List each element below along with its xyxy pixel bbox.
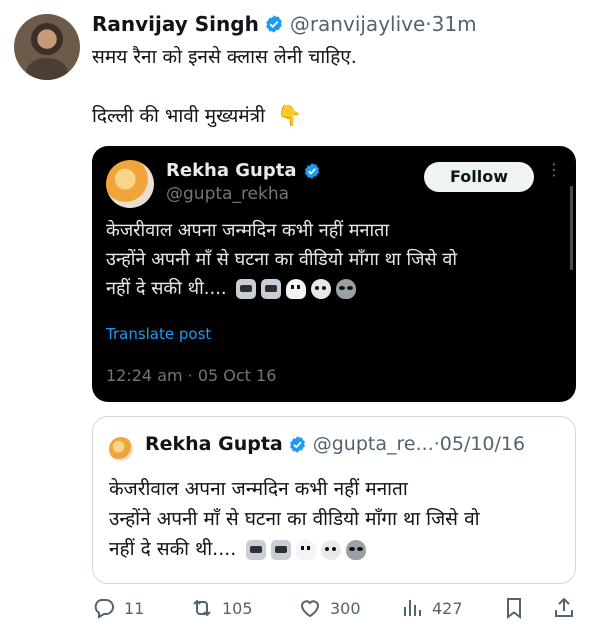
embedded-timestamp: 12:24 am · 05 Oct 16	[106, 366, 277, 385]
reply-icon	[94, 599, 114, 619]
verified-badge-icon	[289, 435, 305, 453]
tweet-text-line2-text: दिल्ली की भावी मुख्यमंत्री	[92, 105, 266, 127]
tweet-text-line1: समय रैना को इनसे क्लास लेनी चाहिए.	[92, 46, 357, 68]
translate-post-link: Translate post	[106, 325, 212, 343]
repost-icon	[193, 599, 211, 617]
quoted-author-handle: @gupta_re...	[312, 433, 434, 455]
ghost-emoji	[286, 279, 307, 299]
share-button[interactable]	[552, 596, 576, 620]
alien-emoji	[346, 539, 367, 560]
author-avatar[interactable]	[14, 14, 80, 80]
like-button[interactable]: 300	[298, 596, 361, 620]
embedded-author-handle: @gupta_rekha	[166, 184, 290, 204]
quoted-author-name: Rekha Gupta	[145, 433, 283, 455]
quoted-tweet[interactable]: Rekha Gupta @gupta_re... · 05/10/16 केजर…	[92, 416, 576, 584]
tweet-text-line2: दिल्ली की भावी मुख्यमंत्री 👇	[92, 101, 302, 130]
follow-button: Follow	[424, 162, 534, 192]
point-down-emoji: 👇	[277, 103, 302, 127]
share-icon	[555, 597, 573, 617]
skull-emoji	[321, 539, 342, 560]
quoted-text-line3-text: नहीं दे सकी थी....	[109, 538, 237, 560]
tweet-time[interactable]: 31m	[432, 12, 477, 36]
embedded-text-line3: नहीं दे सकी थी....	[106, 274, 357, 303]
robot-emoji	[246, 539, 267, 560]
views-button[interactable]: 427	[400, 596, 463, 620]
robot-emoji	[271, 539, 292, 560]
tweet-header: Ranvijay Singh @ranvijaylive · 31m	[92, 10, 477, 38]
quoted-author-avatar	[109, 437, 133, 461]
more-options-icon: ⋮	[546, 160, 562, 179]
emoji-row	[236, 279, 357, 299]
action-bar: 11 105 300 427	[92, 596, 576, 626]
quoted-tweet-header: Rekha Gupta @gupta_re... · 05/10/16	[145, 433, 525, 455]
embedded-text-line3-text: नहीं दे सकी थी....	[106, 278, 227, 299]
robot-emoji	[261, 279, 282, 299]
like-icon	[300, 600, 320, 618]
reply-button[interactable]: 11	[92, 596, 144, 620]
skull-emoji	[311, 279, 332, 299]
alien-emoji	[336, 279, 357, 299]
emoji-row	[246, 539, 367, 560]
ghost-emoji	[296, 539, 317, 560]
quoted-text-line2: उन्होंने अपनी माँ से घटना का वीडियो माँग…	[109, 508, 480, 530]
like-count: 300	[330, 598, 361, 618]
quoted-text-line3: नहीं दे सकी थी....	[109, 535, 367, 564]
views-icon	[404, 600, 421, 616]
verified-badge-icon	[304, 162, 319, 179]
embedded-screenshot[interactable]: Rekha Gupta @gupta_rekha Follow ⋮ केजरीव…	[92, 146, 576, 402]
verified-badge-icon	[265, 15, 282, 33]
author-handle[interactable]: @ranvijaylive	[290, 12, 425, 36]
embedded-author-avatar	[106, 160, 154, 208]
quoted-text-line1: केजरीवाल अपना जन्मदिन कभी नहीं मनाता	[109, 478, 408, 500]
repost-button[interactable]: 105	[190, 596, 253, 620]
embedded-text-line2: उन्होंने अपनी माँ से घटना का वीडियो माँग…	[106, 249, 458, 270]
bookmark-icon	[507, 598, 521, 619]
scrollbar	[570, 186, 573, 270]
embedded-text-line1: केजरीवाल अपना जन्मदिन कभी नहीं मनाता	[106, 220, 390, 241]
author-name[interactable]: Ranvijay Singh	[92, 12, 259, 36]
repost-count: 105	[222, 598, 253, 618]
robot-emoji	[236, 279, 257, 299]
bookmark-button[interactable]	[502, 596, 526, 620]
embedded-author-name: Rekha Gupta	[166, 160, 297, 181]
views-count: 427	[432, 598, 463, 618]
reply-count: 11	[124, 598, 145, 618]
embedded-author-name-row: Rekha Gupta	[166, 160, 327, 181]
quoted-tweet-date: 05/10/16	[439, 433, 526, 455]
